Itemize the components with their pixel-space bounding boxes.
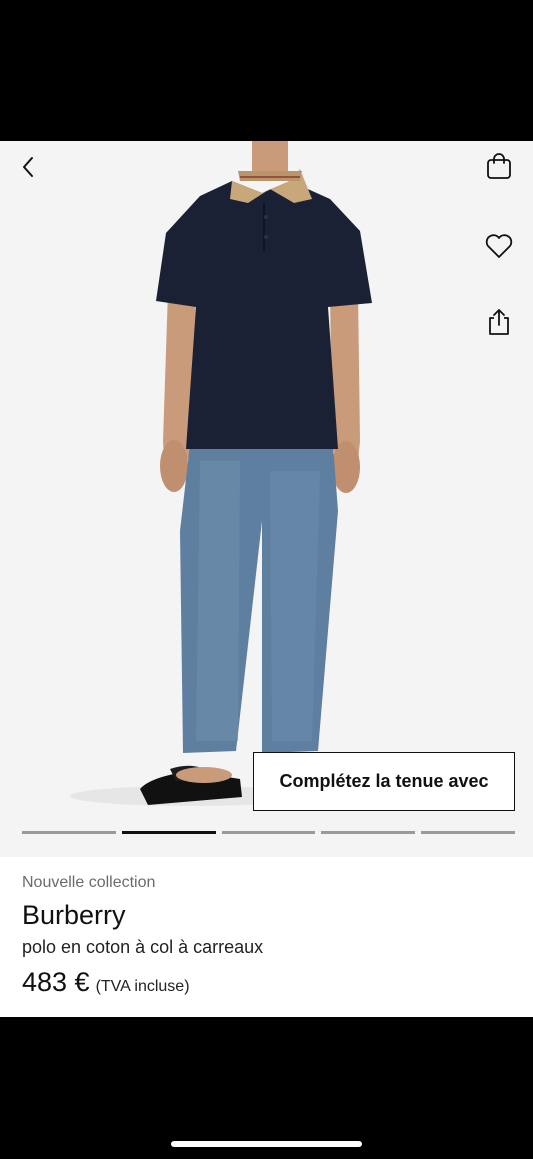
price-row: 483 € (TVA incluse) <box>22 965 511 999</box>
wishlist-button[interactable] <box>480 227 518 265</box>
share-icon <box>489 309 509 335</box>
pager-segment-active[interactable] <box>121 831 216 834</box>
carousel-pager <box>22 831 515 835</box>
heart-icon <box>485 234 513 258</box>
tax-note: (TVA incluse) <box>95 978 190 995</box>
pager-segment[interactable] <box>321 831 416 834</box>
shopping-bag-button[interactable] <box>480 147 518 185</box>
pager-segment[interactable] <box>221 831 316 834</box>
share-button[interactable] <box>480 303 518 341</box>
bottom-area <box>0 1017 533 1159</box>
product-info: Nouvelle collection Burberry polo en cot… <box>0 857 533 1017</box>
product-price: 483 € <box>22 967 90 997</box>
collection-tag: Nouvelle collection <box>22 874 156 891</box>
chevron-left-icon <box>23 157 33 177</box>
shopping-bag-icon <box>487 153 511 179</box>
status-bar-area <box>0 0 533 141</box>
brand-name[interactable]: Burberry <box>22 899 511 931</box>
product-photo <box>0 141 533 857</box>
complete-the-look-button[interactable]: Complétez la tenue avec <box>253 752 515 811</box>
pager-segment[interactable] <box>421 831 515 834</box>
back-button[interactable] <box>10 149 46 185</box>
product-image-carousel[interactable]: Complétez la tenue avec <box>0 141 533 857</box>
product-description: polo en coton à col à carreaux <box>22 937 264 957</box>
pager-segment[interactable] <box>22 831 116 834</box>
home-indicator[interactable] <box>171 1141 362 1147</box>
